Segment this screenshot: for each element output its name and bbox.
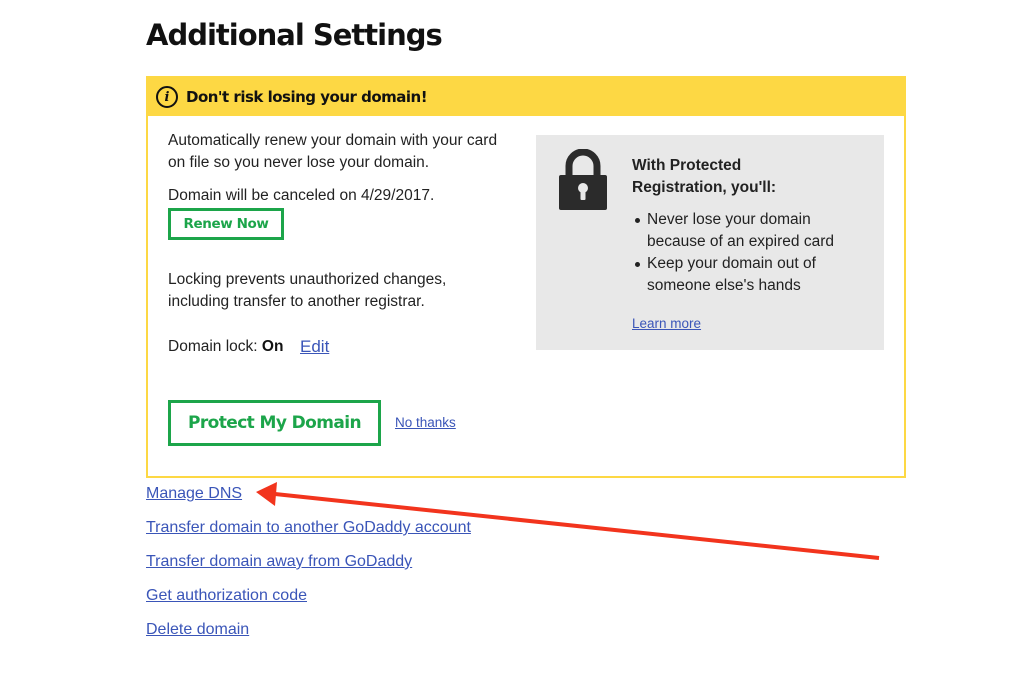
promo-benefit-item: Never lose your domain because of an exp… — [632, 209, 872, 253]
auto-renew-description: Automatically renew your domain with you… — [168, 132, 498, 171]
learn-more-link[interactable]: Learn more — [632, 316, 701, 331]
page: Additional Settings i Don't risk losing … — [0, 0, 1018, 681]
renew-now-button[interactable]: Renew Now — [168, 208, 284, 240]
edit-domain-lock-link[interactable]: Edit — [300, 337, 329, 357]
alert-header: i Don't risk losing your domain! — [148, 78, 904, 116]
delete-domain-link[interactable]: Delete domain — [146, 619, 471, 653]
domain-lock-status: Domain lock: On — [168, 336, 283, 358]
promo-benefit-item: Keep your domain out of someone else's h… — [632, 253, 872, 297]
transfer-to-account-link[interactable]: Transfer domain to another GoDaddy accou… — [146, 517, 471, 551]
domain-protection-alert: i Don't risk losing your domain! Automat… — [146, 76, 906, 478]
alert-title: Don't risk losing your domain! — [186, 88, 428, 106]
manage-dns-link[interactable]: Manage DNS — [146, 483, 471, 517]
cancel-date-text: Domain will be canceled on 4/29/2017. — [168, 187, 435, 204]
protected-registration-panel: With Protected Registration, you'll: Nev… — [536, 135, 884, 350]
no-thanks-link[interactable]: No thanks — [395, 415, 456, 430]
lock-icon — [559, 149, 607, 210]
domain-actions-links: Manage DNS Transfer domain to another Go… — [146, 483, 471, 653]
page-title: Additional Settings — [146, 18, 443, 52]
info-icon: i — [156, 86, 178, 108]
domain-lock-value: On — [261, 338, 284, 355]
transfer-away-link[interactable]: Transfer domain away from GoDaddy — [146, 551, 471, 585]
protect-my-domain-button[interactable]: Protect My Domain — [168, 400, 381, 446]
promo-title: With Protected Registration, you'll: — [632, 157, 777, 196]
domain-lock-label: Domain lock: — [168, 338, 258, 355]
lock-description: Locking prevents unauthorized changes, i… — [168, 271, 447, 310]
promo-benefits-list: Never lose your domain because of an exp… — [632, 209, 872, 297]
get-auth-code-link[interactable]: Get authorization code — [146, 585, 471, 619]
